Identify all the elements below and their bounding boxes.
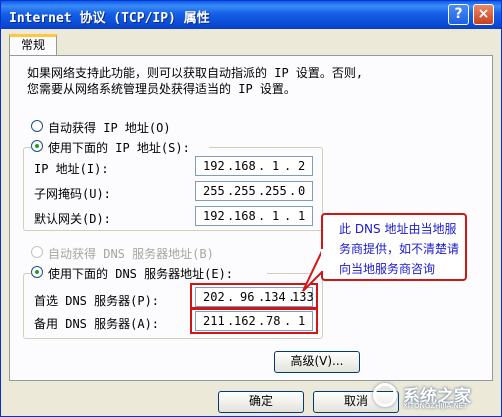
ip-address-input[interactable]: 192 . 168 . 1 . 2	[195, 156, 313, 176]
description-line-2: 您需要从网络系统管理员处获得适当的 IP 设置。	[27, 82, 296, 96]
radio-button-selected-icon[interactable]	[31, 140, 43, 152]
radio-manual-dns[interactable]: 使用下面的 DNS 服务器地址(E):	[31, 265, 267, 281]
tcpip-properties-dialog: Internet 协议 (TCP/IP) 属性 ? × 常规 如果网络支持此功能…	[0, 0, 502, 417]
callout-line-3: 向当地服务商咨询	[339, 262, 436, 276]
preferred-dns-highlight	[190, 283, 318, 310]
subnet-mask-input[interactable]: 255 . 255 . 255 . 0	[195, 181, 313, 201]
radio-manual-ip[interactable]: 使用下面的 IP 地址(S):	[31, 139, 209, 155]
window-title: Internet 协议 (TCP/IP) 属性	[9, 11, 210, 26]
radio-button-disabled-icon	[31, 246, 43, 258]
callout-pointer-join	[321, 249, 327, 271]
radio-button-selected-icon[interactable]	[31, 266, 43, 278]
subnet-mask-label: 子网掩码(U):	[34, 187, 111, 201]
default-gateway-input[interactable]: 192 . 168 . 1 . 1	[195, 206, 313, 226]
title-bar[interactable]: Internet 协议 (TCP/IP) 属性 ? ×	[1, 1, 501, 29]
ip-address-label: IP 地址(I):	[34, 162, 109, 176]
callout-line-2: 务商提供，如不清楚请	[339, 242, 460, 256]
tab-general[interactable]: 常规	[9, 34, 57, 56]
preferred-dns-label: 首选 DNS 服务器(P):	[34, 294, 160, 308]
callout-pointer-shape	[302, 248, 324, 292]
description-line-1: 如果网络支持此功能，则可以获取自动指派的 IP 设置。否则,	[27, 66, 364, 80]
advanced-button[interactable]: 高级(V)...	[274, 351, 360, 373]
watermark-subtext: XITONGZHIJIA.NET	[403, 402, 468, 410]
ok-button[interactable]: 确定	[218, 391, 304, 413]
watermark: 系统之家 XITONGZHIJIA.NET	[373, 377, 501, 415]
alternate-dns-highlight	[190, 307, 318, 334]
alternate-dns-label: 备用 DNS 服务器(A):	[34, 317, 160, 331]
callout-line-1: 此 DNS 地址由当地服	[339, 222, 457, 236]
radio-button-icon[interactable]	[31, 120, 43, 132]
close-icon[interactable]: ×	[473, 4, 494, 25]
help-icon[interactable]: ?	[448, 4, 469, 25]
callout-pointer-join-fill	[321, 249, 327, 271]
dns-note-callout: 此 DNS 地址由当地服 务商提供，如不清楚请 向当地服务商咨询	[321, 213, 467, 281]
watermark-logo-icon	[373, 383, 397, 407]
default-gateway-label: 默认网关(D):	[34, 212, 111, 226]
description-text: 如果网络支持此功能，则可以获取自动指派的 IP 设置。否则, 您需要从网络系统管…	[27, 65, 457, 97]
